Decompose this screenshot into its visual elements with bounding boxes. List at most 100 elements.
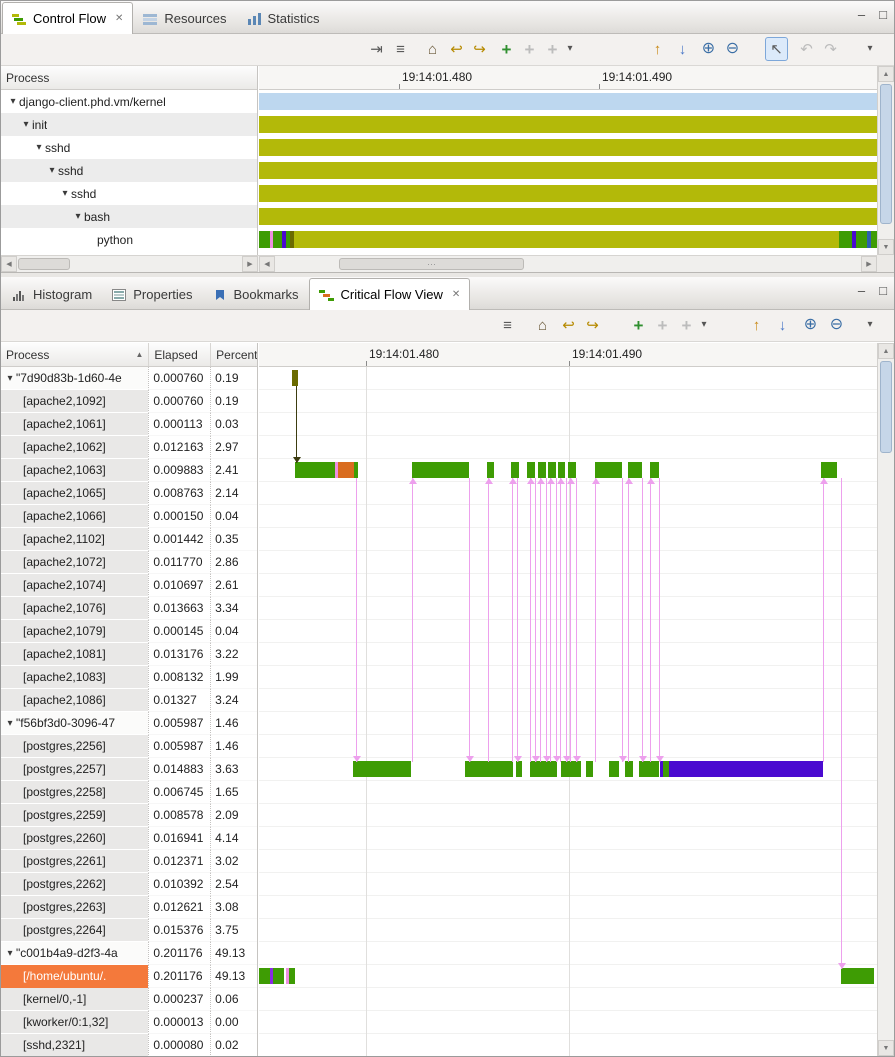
next-event-icon[interactable]: ↓ <box>771 313 794 337</box>
tab-bookmarks[interactable]: Bookmarks <box>203 279 309 309</box>
tab-statistics[interactable]: Statistics <box>237 3 330 33</box>
chart-horizontal-scrollbar[interactable]: ◀ ⋯ ▶ <box>259 256 877 272</box>
process-cell[interactable]: [apache2,1076] <box>1 597 148 620</box>
expand-arrow-icon[interactable]: ▾ <box>7 96 19 107</box>
table-row[interactable]: [apache2,1063]0.0098832.41 <box>1 459 257 482</box>
scroll-left-icon[interactable]: ◀ <box>259 256 275 272</box>
scroll-right-icon[interactable]: ▶ <box>861 256 877 272</box>
hide-arrows-icon[interactable]: ↖ <box>765 37 788 61</box>
maximize-icon[interactable]: □ <box>879 284 887 297</box>
table-row[interactable]: ▾"c001b4a9-d2f3-4a0.20117649.13 <box>1 942 257 965</box>
home-icon[interactable]: ⌂ <box>531 313 554 337</box>
scroll-thumb[interactable] <box>18 258 70 270</box>
process-menu-arrow-icon[interactable]: ▾ <box>563 37 577 61</box>
process-cell[interactable]: [/home/ubuntu/. <box>1 965 148 988</box>
process-cell[interactable]: [apache2,1083] <box>1 666 148 689</box>
table-row[interactable]: [postgres,2263]0.0126213.08 <box>1 896 257 919</box>
previous-event-icon[interactable]: ↑ <box>646 37 669 61</box>
table-row[interactable]: [apache2,1076]0.0136633.34 <box>1 597 257 620</box>
minimize-icon[interactable]: – <box>858 284 865 297</box>
table-row[interactable]: [apache2,1072]0.0117702.86 <box>1 551 257 574</box>
tree-row[interactable]: ▾sshd <box>1 159 257 182</box>
table-row[interactable]: [postgres,2258]0.0067451.65 <box>1 781 257 804</box>
process-cell[interactable]: [postgres,2257] <box>1 758 148 781</box>
process-cell[interactable]: [kworker/0:1,32] <box>1 1011 148 1034</box>
process-cell[interactable]: [sshd,2321] <box>1 1034 148 1056</box>
process-cell[interactable]: [apache2,1074] <box>1 574 148 597</box>
critical-path-chart[interactable] <box>259 367 879 1056</box>
zoom-in-icon[interactable]: ⊕ <box>697 37 720 61</box>
zoom-out-icon[interactable]: ⊖ <box>721 37 744 61</box>
process-cell[interactable]: [apache2,1065] <box>1 482 148 505</box>
follow-state-forward-icon[interactable]: ↪ <box>581 313 604 337</box>
control-flow-chart[interactable] <box>259 90 879 255</box>
maximize-icon[interactable]: □ <box>879 8 887 21</box>
table-row[interactable]: [/home/ubuntu/.0.20117649.13 <box>1 965 257 988</box>
tab-properties[interactable]: Properties <box>102 279 202 309</box>
table-row[interactable]: [postgres,2264]0.0153763.75 <box>1 919 257 942</box>
process-cell[interactable]: ▾"c001b4a9-d2f3-4a <box>1 942 148 965</box>
tab-control-flow[interactable]: Control Flow ✕ <box>2 2 133 34</box>
process-cell[interactable]: [postgres,2263] <box>1 896 148 919</box>
table-row[interactable]: [kernel/0,-1]0.0002370.06 <box>1 988 257 1011</box>
table-row[interactable]: [apache2,1086]0.013273.24 <box>1 689 257 712</box>
process-cell[interactable]: [apache2,1063] <box>1 459 148 482</box>
add-process-icon[interactable]: + <box>627 313 650 337</box>
expand-arrow-icon[interactable]: ▾ <box>4 718 16 729</box>
bottom-vertical-scrollbar[interactable]: ▲ ▼ <box>877 343 894 1056</box>
show-legend-icon[interactable]: ≡ <box>389 37 412 61</box>
table-row[interactable]: [apache2,1066]0.0001500.04 <box>1 505 257 528</box>
top-vertical-scrollbar[interactable]: ▲ ▼ <box>877 66 894 255</box>
process-cell[interactable]: [postgres,2260] <box>1 827 148 850</box>
next-event-icon[interactable]: ↓ <box>671 37 694 61</box>
expand-arrow-icon[interactable]: ▾ <box>4 948 16 959</box>
scroll-thumb[interactable]: ⋯ <box>339 258 524 270</box>
process-cell[interactable]: [postgres,2264] <box>1 919 148 942</box>
top-time-axis[interactable]: 19:14:01.48019:14:01.490 <box>259 66 879 90</box>
process-cell[interactable]: [apache2,1079] <box>1 620 148 643</box>
follow-state-forward-icon[interactable]: ↪ <box>468 37 491 61</box>
follow-state-back-icon[interactable]: ↩ <box>445 37 468 61</box>
process-column-header[interactable]: Process <box>1 66 257 90</box>
process-cell[interactable]: [kernel/0,-1] <box>1 988 148 1011</box>
expand-arrow-icon[interactable]: ▾ <box>59 188 71 199</box>
process-column-header[interactable]: Process ▲ <box>1 343 148 366</box>
process-cell[interactable]: [postgres,2259] <box>1 804 148 827</box>
add-process-icon[interactable]: + <box>495 37 518 61</box>
expand-arrow-icon[interactable]: ▾ <box>33 142 45 153</box>
scroll-down-icon[interactable]: ▼ <box>878 1040 894 1056</box>
process-cell[interactable]: [apache2,1092] <box>1 390 148 413</box>
table-row[interactable]: [kworker/0:1,32]0.0000130.00 <box>1 1011 257 1034</box>
process-cell[interactable]: [apache2,1102] <box>1 528 148 551</box>
table-row[interactable]: [apache2,1083]0.0081321.99 <box>1 666 257 689</box>
follow-state-back-icon[interactable]: ↩ <box>557 313 580 337</box>
scroll-down-icon[interactable]: ▼ <box>878 239 894 255</box>
scroll-thumb[interactable] <box>880 84 892 224</box>
table-row[interactable]: [postgres,2260]0.0169414.14 <box>1 827 257 850</box>
zoom-out-icon[interactable]: ⊖ <box>825 313 848 337</box>
table-row[interactable]: ▾"f56bf3d0-3096-470.0059871.46 <box>1 712 257 735</box>
expand-arrow-icon[interactable]: ▾ <box>4 373 16 384</box>
table-row[interactable]: [apache2,1081]0.0131763.22 <box>1 643 257 666</box>
tree-row[interactable]: python <box>1 228 257 251</box>
tab-resources[interactable]: Resources <box>133 3 236 33</box>
bottom-time-axis[interactable]: 19:14:01.48019:14:01.490 <box>259 343 879 367</box>
process-cell[interactable]: [apache2,1061] <box>1 413 148 436</box>
table-row[interactable]: [sshd,2321]0.0000800.02 <box>1 1034 257 1056</box>
clear-process-icon[interactable]: + <box>675 313 698 337</box>
expand-arrow-icon[interactable]: ▾ <box>72 211 84 222</box>
expand-arrow-icon[interactable]: ▾ <box>20 119 32 130</box>
table-row[interactable]: [postgres,2256]0.0059871.46 <box>1 735 257 758</box>
remove-process-icon[interactable]: + <box>651 313 674 337</box>
process-cell[interactable]: [postgres,2261] <box>1 850 148 873</box>
gantt-row[interactable] <box>259 113 879 136</box>
elapsed-column-header[interactable]: Elapsed <box>148 343 210 366</box>
scroll-right-icon[interactable]: ▶ <box>242 256 258 272</box>
follow-cpu-back-icon[interactable]: ↶ <box>795 37 818 61</box>
close-icon[interactable]: ✕ <box>115 13 123 24</box>
tree-row[interactable]: ▾django-client.phd.vm/kernel <box>1 90 257 113</box>
process-cell[interactable]: [postgres,2262] <box>1 873 148 896</box>
table-row[interactable]: [apache2,1074]0.0106972.61 <box>1 574 257 597</box>
process-cell[interactable]: [postgres,2256] <box>1 735 148 758</box>
show-legend-icon[interactable]: ≡ <box>496 313 519 337</box>
